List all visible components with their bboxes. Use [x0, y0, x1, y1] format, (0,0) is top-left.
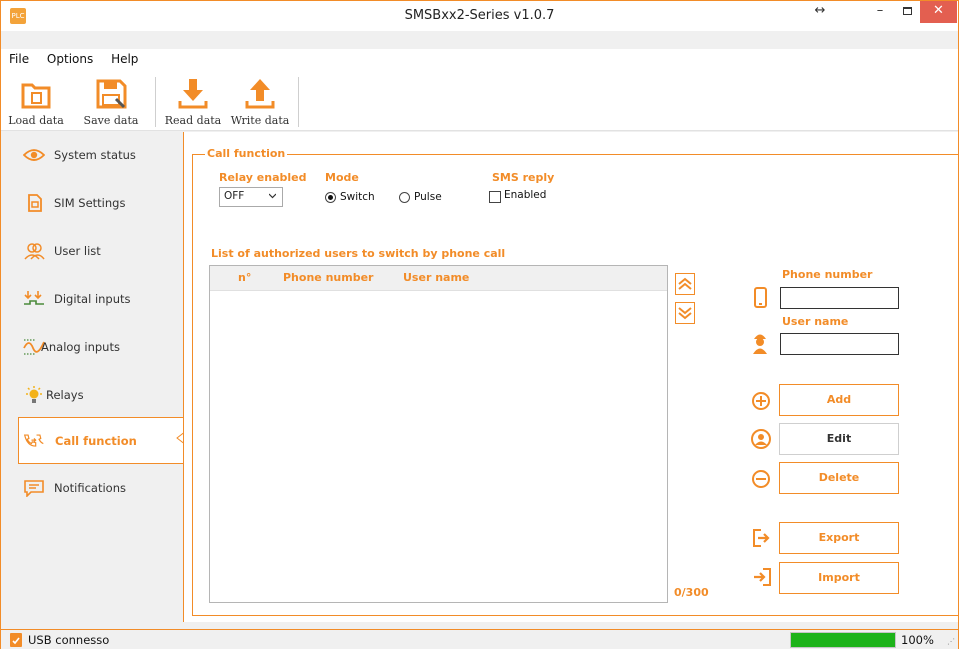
- read-data-label: Read data: [164, 114, 222, 127]
- read-data-button[interactable]: Read data: [159, 75, 227, 129]
- toolbar: Load data Save data Read data Write data: [1, 71, 958, 131]
- mode-pulse-label: Pulse: [414, 191, 442, 203]
- load-data-label: Load data: [8, 114, 64, 127]
- user-counter: 0/300: [674, 586, 709, 599]
- radio-indicator: [325, 192, 336, 203]
- digital-inputs-icon: [24, 291, 44, 305]
- sidebar-item-label: Digital inputs: [54, 292, 131, 306]
- bulb-icon: [26, 386, 42, 403]
- resize-grip-icon[interactable]: ⋰: [947, 637, 955, 646]
- sidebar: System status SIM Settings User list Dig…: [1, 132, 183, 622]
- users-icon: [24, 243, 45, 260]
- double-chevron-down-icon: [678, 307, 692, 320]
- column-header-number[interactable]: n°: [238, 271, 251, 284]
- menu-bar: File Options Help: [1, 49, 958, 71]
- write-data-label: Write data: [230, 114, 290, 127]
- minus-circle-icon: [752, 470, 770, 488]
- column-header-user[interactable]: User name: [403, 271, 469, 284]
- sidebar-item-label: Relays: [46, 388, 84, 402]
- user-name-label: User name: [782, 315, 849, 328]
- user-edit-icon: [751, 429, 771, 449]
- sidebar-item-label: System status: [54, 148, 136, 162]
- phone-number-field[interactable]: [780, 287, 899, 309]
- eye-icon: [23, 149, 45, 161]
- delete-button[interactable]: Delete: [779, 462, 899, 494]
- menu-help[interactable]: Help: [103, 49, 144, 66]
- export-icon: [753, 529, 770, 547]
- sidebar-item-label: Analog inputs: [41, 340, 120, 354]
- upload-arrow-icon: [245, 79, 275, 109]
- menu-file[interactable]: File: [1, 49, 35, 66]
- toolbar-separator: [298, 77, 299, 127]
- phone-number-label: Phone number: [782, 268, 873, 281]
- list-title: List of authorized users to switch by ph…: [211, 247, 506, 260]
- save-data-button[interactable]: Save data: [71, 75, 151, 129]
- sidebar-item-relays[interactable]: Relays: [1, 372, 183, 418]
- menu-options[interactable]: Options: [39, 49, 99, 66]
- sms-reply-label: SMS reply: [492, 171, 555, 184]
- export-button[interactable]: Export: [779, 522, 899, 554]
- sidebar-item-label: Notifications: [54, 481, 126, 495]
- close-button[interactable]: ✕: [920, 1, 957, 23]
- title-bar: PLC SMSBxx2-Series v1.0.7 ↔ – ✕: [1, 1, 958, 31]
- toolbar-separator: [155, 77, 156, 127]
- plus-circle-icon: [752, 392, 770, 410]
- status-bar: USB connesso 100% ⋰: [1, 629, 958, 649]
- radio-indicator: [399, 192, 410, 203]
- minimize-button[interactable]: –: [867, 1, 893, 23]
- progress-fill: [791, 633, 895, 647]
- load-data-button[interactable]: Load data: [1, 75, 71, 129]
- sidebar-item-label: User list: [54, 244, 101, 258]
- save-data-label: Save data: [83, 114, 139, 127]
- sidebar-item-digital-inputs[interactable]: Digital inputs: [1, 276, 183, 322]
- resize-arrows-icon[interactable]: ↔: [805, 1, 835, 23]
- sidebar-item-system-status[interactable]: System status: [1, 132, 183, 178]
- sidebar-item-label: SIM Settings: [54, 196, 126, 210]
- group-title: Call function: [205, 147, 288, 160]
- call-forward-icon: [23, 434, 44, 447]
- folder-icon: [21, 83, 51, 109]
- user-name-field[interactable]: [780, 333, 899, 355]
- maximize-button[interactable]: [894, 1, 920, 23]
- message-icon: [24, 480, 44, 497]
- main-panel: Call function Relay enabled OFF Mode Swi…: [183, 132, 959, 622]
- progress-percent: 100%: [901, 633, 934, 647]
- save-disk-icon: [96, 79, 127, 109]
- table-header: n° Phone number User name: [210, 266, 667, 291]
- sidebar-item-analog-inputs[interactable]: Analog inputs: [1, 324, 183, 370]
- checkbox-box: [489, 191, 501, 203]
- sidebar-item-label: Call function: [55, 434, 137, 448]
- usb-icon: [10, 633, 22, 647]
- write-data-button[interactable]: Write data: [227, 75, 293, 129]
- mode-label: Mode: [325, 171, 359, 184]
- sidebar-item-user-list[interactable]: User list: [1, 228, 183, 274]
- phone-icon: [754, 287, 767, 308]
- import-icon: [754, 568, 771, 586]
- import-button[interactable]: Import: [779, 562, 899, 594]
- sim-card-icon: [28, 194, 42, 212]
- sms-enabled-label: Enabled: [504, 189, 547, 201]
- app-window: PLC SMSBxx2-Series v1.0.7 ↔ – ✕ File Opt…: [0, 0, 959, 649]
- sidebar-item-notifications[interactable]: Notifications: [1, 465, 183, 511]
- download-arrow-icon: [178, 79, 208, 109]
- authorized-users-table[interactable]: n° Phone number User name: [209, 265, 668, 603]
- chevron-down-icon: [269, 193, 276, 199]
- connection-status: USB connesso: [28, 633, 110, 647]
- relay-enabled-select[interactable]: OFF: [219, 187, 283, 207]
- relay-enabled-value: OFF: [224, 190, 245, 202]
- mode-switch-label: Switch: [340, 191, 375, 203]
- column-header-phone[interactable]: Phone number: [283, 271, 373, 284]
- worker-icon: [753, 334, 767, 354]
- relay-enabled-label: Relay enabled: [219, 171, 307, 184]
- sidebar-item-sim-settings[interactable]: SIM Settings: [1, 180, 183, 226]
- add-button[interactable]: Add: [779, 384, 899, 416]
- sidebar-item-call-function[interactable]: Call function: [18, 417, 183, 464]
- move-down-button[interactable]: [675, 302, 695, 324]
- progress-bar: [790, 632, 896, 648]
- edit-button[interactable]: Edit: [779, 423, 899, 455]
- move-up-button[interactable]: [675, 273, 695, 295]
- double-chevron-up-icon: [678, 277, 692, 290]
